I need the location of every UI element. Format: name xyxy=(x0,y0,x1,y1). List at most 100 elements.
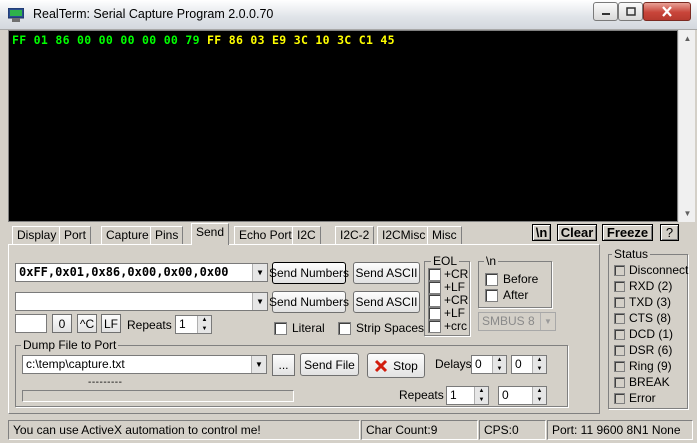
smbus-value: SMBUS 8 xyxy=(482,314,535,328)
before-checkbox[interactable] xyxy=(485,273,498,286)
after-label: After xyxy=(503,288,529,302)
clear-button[interactable]: Clear xyxy=(557,224,597,241)
send-numbers-button-2[interactable]: Send Numbers xyxy=(268,291,350,313)
delays-label: Delays xyxy=(435,357,472,371)
eol-lf-checkbox-2[interactable] xyxy=(428,307,441,320)
freeze-button[interactable]: Freeze xyxy=(602,224,653,241)
tab-display[interactable]: Display xyxy=(12,226,62,244)
led-indicator xyxy=(614,376,625,388)
terminal-display[interactable]: FF 01 86 00 00 00 00 00 79 FF 86 03 E9 3… xyxy=(8,30,678,222)
eol-cr-checkbox-2[interactable] xyxy=(428,294,441,307)
maximize-button[interactable] xyxy=(618,2,643,21)
terminal-line: FF 01 86 00 00 00 00 00 79 FF 86 03 E9 3… xyxy=(12,33,395,47)
tab-capture[interactable]: Capture xyxy=(101,226,154,244)
dump-file-path-input[interactable]: c:\temp\capture.txt ▼ xyxy=(22,355,267,374)
tab-i2cmisc[interactable]: I2CMisc xyxy=(377,226,431,244)
browse-button[interactable]: ... xyxy=(272,354,295,376)
stop-x-icon xyxy=(375,359,388,372)
status-label: Disconnect xyxy=(629,263,689,277)
tab-port[interactable]: Port xyxy=(59,226,92,244)
send-input-1[interactable]: 0xFF,0x01,0x86,0x00,0x00,0x00 ▼ xyxy=(15,263,268,282)
send-ascii-label: Send ASCII xyxy=(355,266,418,280)
terminal-segment-sent: FF 01 86 00 00 00 00 00 79 xyxy=(12,33,208,47)
dump-progress-bar xyxy=(22,390,294,402)
send-file-button[interactable]: Send File xyxy=(300,353,359,376)
stop-label: Stop xyxy=(393,358,418,373)
newline-button[interactable]: \n xyxy=(532,224,551,241)
led-indicator xyxy=(614,264,625,276)
status-label: CTS (8) xyxy=(629,311,671,325)
help-button[interactable]: ? xyxy=(660,224,679,241)
status-disconnect[interactable]: Disconnect xyxy=(614,262,688,278)
send-numbers-button-1[interactable]: Send Numbers xyxy=(268,262,350,284)
strip-spaces-checkbox[interactable] xyxy=(338,322,351,335)
led-indicator xyxy=(614,392,625,404)
eol-label: +crc xyxy=(444,319,468,333)
literal-checkbox[interactable] xyxy=(274,322,287,335)
repeats-label: Repeats xyxy=(127,318,172,332)
dump-file-title: Dump File to Port xyxy=(21,338,119,352)
led-indicator xyxy=(614,360,625,372)
tab-i2c-2[interactable]: I2C-2 xyxy=(335,226,375,244)
spinner-arrows-icon[interactable]: ▲ ▼ xyxy=(532,356,546,373)
send-ascii-label: Send ASCII xyxy=(355,295,418,309)
tab-i2c[interactable]: I2C xyxy=(292,226,321,244)
lf-button[interactable]: LF xyxy=(101,314,121,333)
status-label: Ring (9) xyxy=(629,359,672,373)
led-indicator xyxy=(614,296,625,308)
delay-spinner-2[interactable]: 0 ▲ ▼ xyxy=(511,355,547,374)
dropdown-arrow-icon[interactable]: ▼ xyxy=(252,293,267,310)
eol-label: +CR xyxy=(444,267,469,281)
status-txd: TXD (3) xyxy=(614,294,671,310)
status-label: DCD (1) xyxy=(629,327,673,341)
repeats-spinner[interactable]: 1 ▲ ▼ xyxy=(175,315,212,334)
status-error: Error xyxy=(614,390,656,406)
status-message: You can use ActiveX automation to contro… xyxy=(8,420,360,440)
zero-button[interactable]: 0 xyxy=(52,314,72,333)
after-checkbox[interactable] xyxy=(485,289,498,302)
eol-label: +LF xyxy=(444,280,466,294)
send-input-2[interactable]: ▼ xyxy=(15,292,268,311)
tab-misc[interactable]: Misc xyxy=(427,226,462,244)
spinner-arrows-icon[interactable]: ▲ ▼ xyxy=(197,316,211,333)
status-label: TXD (3) xyxy=(629,295,671,309)
spinner-arrows-icon[interactable]: ▲ ▼ xyxy=(532,387,546,404)
window-title: RealTerm: Serial Capture Program 2.0.0.7… xyxy=(33,7,274,21)
eol-lf-checkbox-1[interactable] xyxy=(428,281,441,294)
dropdown-arrow-icon[interactable]: ▼ xyxy=(252,264,267,281)
smbus-select[interactable]: SMBUS 8 ▼ xyxy=(478,312,556,331)
led-indicator xyxy=(614,344,625,356)
dump-repeats-spinner-1[interactable]: 1 ▲ ▼ xyxy=(446,386,489,405)
led-indicator xyxy=(614,328,625,340)
eol-crc-checkbox[interactable] xyxy=(428,320,441,333)
ctrl-c-button[interactable]: ^C xyxy=(77,314,97,333)
stop-button[interactable]: Stop xyxy=(367,353,425,378)
tab-send[interactable]: Send xyxy=(191,223,230,245)
char-input[interactable] xyxy=(15,314,47,333)
minimize-button[interactable] xyxy=(593,2,618,21)
delay-spinner-1[interactable]: 0 ▲ ▼ xyxy=(471,355,507,374)
terminal-scrollbar[interactable]: ▲ ▼ xyxy=(678,30,695,222)
send-ascii-button-2[interactable]: Send ASCII xyxy=(353,291,420,313)
send-ascii-button-1[interactable]: Send ASCII xyxy=(353,262,420,284)
dropdown-arrow-icon[interactable]: ▼ xyxy=(540,313,555,330)
dump-repeats-spinner-2[interactable]: 0 ▲ ▼ xyxy=(498,386,547,405)
close-button[interactable] xyxy=(643,2,691,21)
eol-label: +CR xyxy=(444,293,469,307)
scroll-down-icon[interactable]: ▼ xyxy=(679,205,696,222)
dropdown-arrow-icon[interactable]: ▼ xyxy=(251,356,266,373)
spinner-arrows-icon[interactable]: ▲ ▼ xyxy=(474,387,488,404)
terminal-segment-received: FF 86 03 E9 3C 10 3C C1 45 xyxy=(207,33,395,47)
send-numbers-label: Send Numbers xyxy=(268,295,350,309)
delay-value-1: 0 xyxy=(475,357,482,371)
tab-pins[interactable]: Pins xyxy=(150,226,184,244)
tab-echo-port[interactable]: Echo Port xyxy=(234,226,297,244)
strip-spaces-label: Strip Spaces xyxy=(356,321,425,335)
status-title: Status xyxy=(612,247,651,261)
char-count: Char Count:9 xyxy=(361,420,478,440)
scroll-up-icon[interactable]: ▲ xyxy=(679,30,696,47)
eol-cr-checkbox-1[interactable] xyxy=(428,268,441,281)
send-numbers-label: Send Numbers xyxy=(268,266,350,280)
maximize-icon xyxy=(625,7,636,16)
spinner-arrows-icon[interactable]: ▲ ▼ xyxy=(492,356,506,373)
